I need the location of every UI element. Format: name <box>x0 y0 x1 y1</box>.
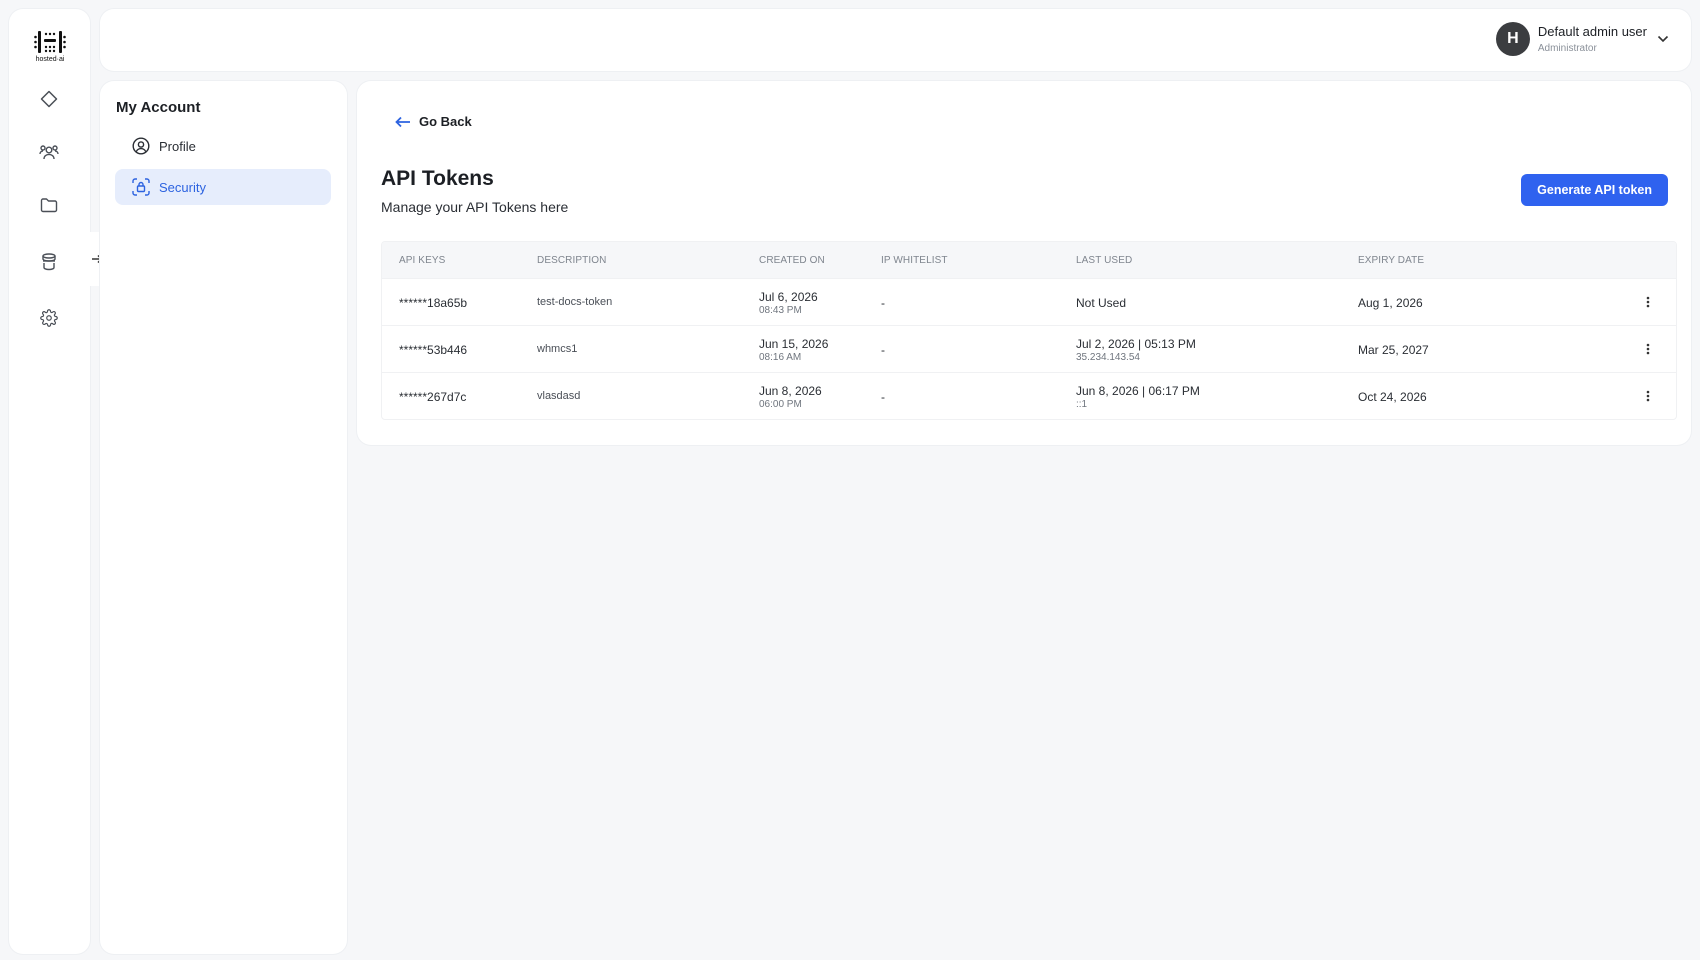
chevron-down-icon <box>1657 35 1669 43</box>
ip-whitelist: - <box>881 296 885 310</box>
user-circle-icon <box>131 136 151 156</box>
subnav-item-security[interactable]: Security <box>115 169 331 205</box>
user-menu[interactable]: H Default admin user Administrator <box>1495 22 1669 56</box>
subnav-title: My Account <box>116 99 201 116</box>
database-stack-icon[interactable] <box>37 250 61 274</box>
table-row: ******53b446 whmcs1 Jun 15, 2026 08:16 AM… <box>382 325 1676 372</box>
token-description: vlasdasd <box>537 390 581 402</box>
kebab-menu-icon[interactable] <box>1640 294 1656 310</box>
column-header-ip-whitelist[interactable]: IP WHITELIST <box>881 255 948 266</box>
subnav-item-label: Security <box>159 179 206 195</box>
diamond-icon[interactable] <box>37 87 61 111</box>
top-bar: H Default admin user Administrator <box>100 9 1691 71</box>
column-header-created-on[interactable]: CREATED ON <box>759 255 825 266</box>
logo[interactable]: hosted·ai <box>32 29 68 63</box>
expiry-date: Oct 24, 2026 <box>1358 390 1427 404</box>
column-header-last-used[interactable]: LAST USED <box>1076 255 1132 266</box>
created-on: Jul 6, 2026 08:43 PM <box>759 290 818 316</box>
expiry-date: Aug 1, 2026 <box>1358 296 1423 310</box>
api-key: ******267d7c <box>399 390 467 404</box>
created-on: Jun 8, 2026 06:00 PM <box>759 384 822 410</box>
column-header-description[interactable]: DESCRIPTION <box>537 255 606 266</box>
table-row: ******18a65b test-docs-token Jul 6, 2026… <box>382 278 1676 325</box>
page-subtitle: Manage your API Tokens here <box>381 199 569 215</box>
api-key: ******18a65b <box>399 296 468 310</box>
last-used: Jul 2, 2026 | 05:13 PM 35.234.143.54 <box>1076 337 1196 363</box>
arrow-left-icon <box>395 116 411 128</box>
go-back-link[interactable]: Go Back <box>395 114 472 129</box>
account-subnav: My Account Profile Security <box>100 81 347 954</box>
users-group-icon[interactable] <box>37 140 61 164</box>
user-name: Default admin user <box>1537 24 1647 39</box>
last-used: Not Used <box>1076 296 1127 310</box>
last-used: Jun 8, 2026 | 06:17 PM::1 <box>1076 384 1200 410</box>
subnav-item-label: Profile <box>159 138 196 154</box>
gear-icon[interactable] <box>37 306 61 330</box>
column-header-expiry-date[interactable]: EXPIRY DATE <box>1358 255 1424 266</box>
logo-text: hosted·ai <box>35 56 65 63</box>
generate-api-token-button[interactable]: Generate API token <box>1521 174 1668 206</box>
api-tokens-table: API KEYS DESCRIPTION CREATED ON IP WHITE… <box>381 241 1677 420</box>
go-back-label: Go Back <box>419 114 472 129</box>
page-title: API Tokens <box>381 167 494 190</box>
icon-rail: hosted·ai <box>9 9 90 954</box>
kebab-menu-icon[interactable] <box>1640 341 1656 357</box>
table-header: API KEYS DESCRIPTION CREATED ON IP WHITE… <box>382 242 1676 278</box>
expiry-date: Mar 25, 2027 <box>1358 343 1429 357</box>
avatar: H <box>1495 22 1530 56</box>
subnav-item-profile[interactable]: Profile <box>115 128 331 164</box>
ip-whitelist: - <box>881 343 885 357</box>
kebab-menu-icon[interactable] <box>1640 388 1656 404</box>
token-description: whmcs1 <box>537 343 578 355</box>
folder-icon[interactable] <box>37 193 61 217</box>
user-role: Administrator <box>1537 43 1597 54</box>
lock-scan-icon <box>131 177 151 197</box>
table-row: ******267d7c vlasdasd Jun 8, 2026 06:00 P… <box>382 372 1676 419</box>
hosted-ai-logo-icon <box>34 31 66 53</box>
api-key: ******53b446 <box>399 343 468 357</box>
ip-whitelist: - <box>881 390 885 404</box>
api-tokens-panel: Go Back API Tokens Manage your API Token… <box>357 81 1691 445</box>
column-header-api-keys[interactable]: API KEYS <box>399 255 445 266</box>
token-description: test-docs-token <box>537 296 613 308</box>
created-on: Jun 15, 2026 08:16 AM <box>759 337 829 363</box>
